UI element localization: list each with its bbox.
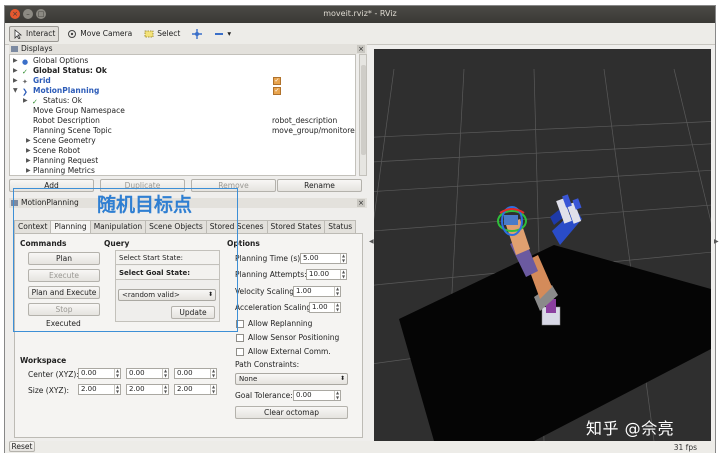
allow-replanning-label: Allow Replanning bbox=[248, 319, 313, 328]
move-camera-tool-button[interactable]: Move Camera bbox=[63, 26, 136, 42]
window-title: moveit.rviz* - RViz bbox=[323, 9, 397, 18]
goal-tolerance-label: Goal Tolerance: bbox=[235, 391, 293, 400]
tab-status[interactable]: Status bbox=[324, 220, 357, 233]
path-constraints-label: Path Constraints: bbox=[235, 360, 300, 369]
center-x-input[interactable]: 0.00 ▲ ▼ bbox=[78, 368, 121, 379]
planning-attempts-input[interactable]: 10.00 ▲ ▼ bbox=[306, 269, 347, 280]
path-constraints-value: None bbox=[239, 375, 258, 383]
allow-external-comm-checkbox[interactable] bbox=[236, 348, 244, 356]
annotation-label: 随机目标点 bbox=[97, 194, 193, 216]
displays-icon bbox=[11, 46, 18, 52]
watermark: 知乎 @佘亮 bbox=[586, 419, 675, 438]
center-z-input[interactable]: 0.00 ▲ ▼ bbox=[174, 368, 217, 379]
velocity-scaling-input[interactable]: 1.00 ▲ ▼ bbox=[293, 286, 341, 297]
planning-time-input[interactable]: 5.00 ▲ ▼ bbox=[300, 253, 347, 264]
goal-tolerance-input[interactable]: 0.00 ▲ ▼ bbox=[293, 390, 341, 401]
reset-button[interactable]: Reset bbox=[9, 441, 35, 452]
tree-row-move-group-namespace[interactable]: Move Group Namespace bbox=[10, 106, 355, 116]
chevron-down-icon: ⬍ bbox=[339, 375, 345, 382]
size-z-input[interactable]: 2.00 ▲ ▼ bbox=[174, 384, 217, 395]
tree-row-scene-robot[interactable]: ▶ Scene Robot bbox=[10, 146, 355, 156]
interact-tool-button[interactable]: Interact bbox=[9, 25, 60, 42]
tab-stored-states[interactable]: Stored States bbox=[266, 220, 326, 233]
tree-row-robot-description[interactable]: Robot Description robot_description bbox=[10, 116, 355, 126]
size-y-input[interactable]: 2.00 ▲ ▼ bbox=[126, 384, 169, 395]
chevron-down-icon: ▾ bbox=[227, 29, 232, 38]
interact-icon bbox=[13, 28, 23, 39]
viewport-right-collapse-handle[interactable]: ▶ bbox=[714, 238, 719, 245]
move-camera-icon bbox=[67, 29, 77, 39]
add-tool-dropdown[interactable]: ▾ bbox=[210, 26, 235, 42]
select-label: Select bbox=[157, 29, 181, 38]
fps-counter: 31 fps bbox=[673, 443, 697, 452]
interact-label: Interact bbox=[26, 29, 56, 38]
tree-row-global-options[interactable]: ▶ ● Global Options bbox=[10, 56, 355, 66]
displays-panel-title: Displays bbox=[21, 44, 53, 53]
focus-camera-icon bbox=[192, 28, 203, 39]
tree-row-planning-request[interactable]: ▶ Planning Request bbox=[10, 156, 355, 166]
toolbar: Interact Move Camera Select ▾ bbox=[5, 23, 715, 45]
tree-row-planning-scene-topic[interactable]: Planning Scene Topic move_group/monitore… bbox=[10, 126, 355, 136]
select-icon bbox=[144, 29, 154, 39]
displays-tree-scrollbar[interactable] bbox=[359, 54, 367, 176]
tree-row-motion-planning[interactable]: ▼ ❯ MotionPlanning ✓ bbox=[10, 86, 355, 96]
displays-panel-header: Displays × bbox=[9, 44, 367, 54]
motion-planning-panel-close-button[interactable]: × bbox=[357, 199, 365, 207]
tree-row-scene-geometry[interactable]: ▶ Scene Geometry bbox=[10, 136, 355, 146]
tree-row-global-status[interactable]: ▶ ✓ Global Status: Ok bbox=[10, 66, 355, 76]
move-camera-label: Move Camera bbox=[80, 29, 133, 38]
grid-enabled-checkbox[interactable]: ✓ bbox=[273, 77, 281, 85]
acceleration-scaling-label: Acceleration Scaling: bbox=[235, 303, 314, 312]
size-xyz-label: Size (XYZ): bbox=[28, 386, 70, 395]
size-x-input[interactable]: 2.00 ▲ ▼ bbox=[78, 384, 121, 395]
scene-render bbox=[374, 68, 711, 441]
allow-external-comm-label: Allow External Comm. bbox=[248, 347, 331, 356]
focus-camera-tool-button[interactable] bbox=[188, 26, 206, 42]
motion-planning-enabled-checkbox[interactable]: ✓ bbox=[273, 87, 281, 95]
planning-time-label: Planning Time (s): bbox=[235, 254, 303, 263]
tree-row-status[interactable]: ▶ ✓ Status: Ok bbox=[10, 96, 355, 106]
allow-sensor-positioning-checkbox[interactable] bbox=[236, 334, 244, 342]
viewport-left-collapse-handle[interactable]: ◀ bbox=[369, 238, 374, 245]
planning-attempts-label: Planning Attempts: bbox=[235, 270, 307, 279]
clear-octomap-button[interactable]: Clear octomap bbox=[235, 406, 348, 419]
tree-row-grid[interactable]: ▶ ✦ Grid ✓ bbox=[10, 76, 355, 86]
3d-viewport[interactable] bbox=[374, 49, 711, 441]
rename-display-button[interactable]: Rename bbox=[277, 179, 362, 192]
workspace-heading: Workspace bbox=[20, 356, 67, 365]
velocity-scaling-label: Velocity Scaling: bbox=[235, 287, 297, 296]
select-tool-button[interactable]: Select bbox=[140, 26, 184, 42]
tree-row-planning-metrics[interactable]: ▶ Planning Metrics bbox=[10, 166, 355, 175]
allow-sensor-positioning-label: Allow Sensor Positioning bbox=[248, 333, 340, 342]
minus-icon bbox=[214, 29, 224, 39]
center-xyz-label: Center (XYZ): bbox=[28, 370, 79, 379]
displays-tree: ▶ ● Global Options ▶ ✓ Global Status: Ok… bbox=[9, 54, 356, 176]
displays-panel-close-button[interactable]: × bbox=[357, 45, 365, 53]
center-y-input[interactable]: 0.00 ▲ ▼ bbox=[126, 368, 169, 379]
path-constraints-select[interactable]: None ⬍ bbox=[235, 373, 348, 385]
status-bar bbox=[5, 441, 715, 453]
floor-plane bbox=[399, 245, 711, 441]
acceleration-scaling-input[interactable]: 1.00 ▲ ▼ bbox=[309, 302, 341, 313]
title-bar: × – □ moveit.rviz* - RViz bbox=[5, 6, 715, 23]
